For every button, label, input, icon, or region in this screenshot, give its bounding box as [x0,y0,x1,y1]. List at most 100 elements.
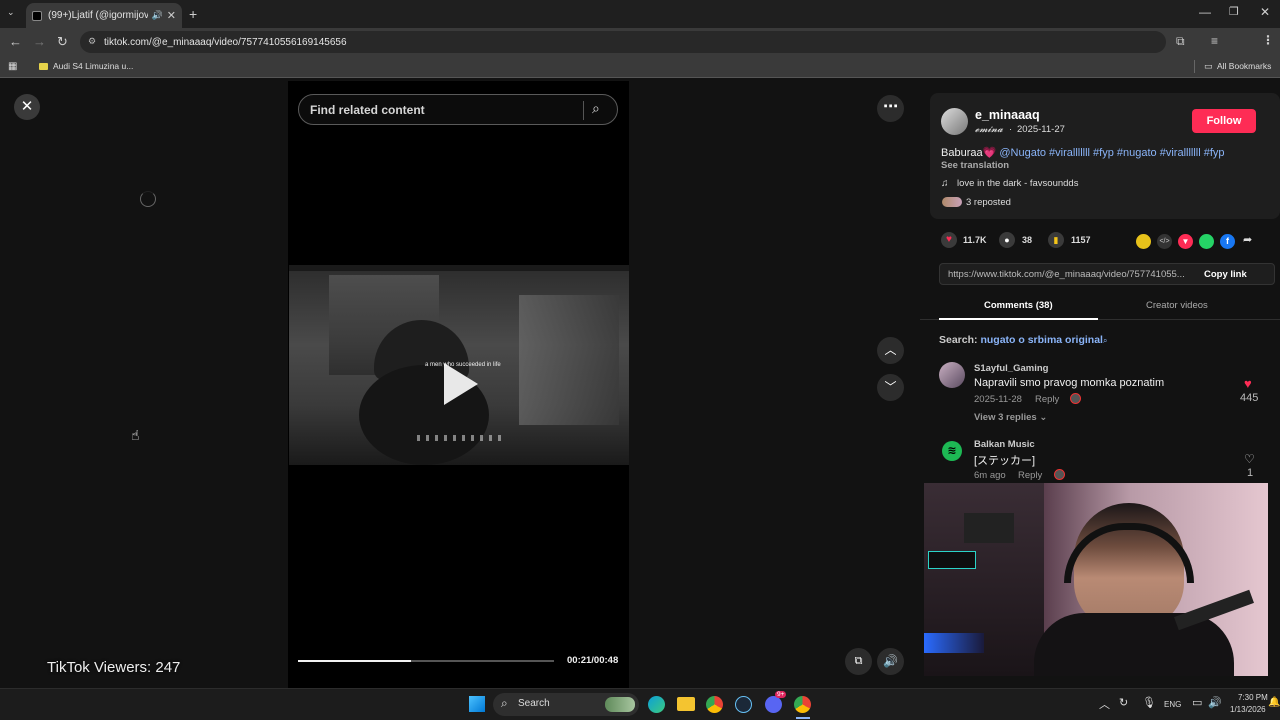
extensions-icon[interactable]: ⧉ [1176,34,1185,49]
tray-network-icon[interactable]: ▭ [1192,696,1202,709]
tab-active-indicator [939,318,1098,320]
creator-username[interactable]: e_minaaaq [975,108,1040,122]
comment-text: [ステッカー] [974,455,1036,467]
reload-icon[interactable]: ↻ [57,34,68,50]
copy-link-box: https://www.tiktok.com/@e_minaaaq/video/… [939,263,1275,285]
url-text: tiktok.com/@e_minaaaq/video/757741055616… [104,36,347,48]
progress-track[interactable] [298,660,554,662]
minimize-icon[interactable]: — [1199,5,1211,19]
chrome-icon[interactable] [706,696,723,713]
next-video-button[interactable]: ﹀ [877,374,904,401]
embed-icon[interactable]: </> [1157,234,1172,249]
comment-like-icon[interactable]: ♥ [1244,376,1252,391]
all-bookmarks[interactable]: All Bookmarks [1217,61,1271,71]
comment-icon[interactable]: ● [999,232,1015,248]
close-player-button[interactable]: ✕ [14,94,40,120]
back-icon[interactable]: ← [9,34,22,49]
menu-icon[interactable]: ⋮ [1262,33,1274,47]
volume-button[interactable]: 🔊 [877,648,904,675]
tray-language[interactable]: ENG [1164,700,1181,709]
comment-reply-button[interactable]: Reply [1018,470,1042,481]
tray-date[interactable]: 1/13/2026 [1230,705,1266,714]
coin-share-icon[interactable] [1136,234,1151,249]
prev-video-button[interactable]: ︿ [877,337,904,364]
loading-spinner-icon [140,191,156,207]
reposter-avatars [942,197,962,207]
edge-icon[interactable] [648,696,665,713]
window-close-icon[interactable]: ✕ [1260,5,1270,19]
video-link-text[interactable]: https://www.tiktok.com/@e_minaaaq/video/… [948,269,1185,280]
comment-date: 6m ago [974,470,1006,481]
play-icon[interactable] [444,363,478,405]
caption-links[interactable]: @Nugato #viralllllll #fyp #nugato #viral… [999,147,1224,159]
music-title[interactable]: love in the dark - favsoundds [957,178,1078,189]
active-app-indicator [796,717,810,719]
tab-comments[interactable]: Comments (38) [984,300,1053,311]
pip-button[interactable]: ⧉ [845,648,872,675]
tab-creator-videos[interactable]: Creator videos [1146,300,1208,311]
chrome-active-icon[interactable] [794,696,811,713]
caption-text: Baburaa💗 [941,147,997,159]
video-top-strip [289,265,629,271]
discord-badge: 9+ [775,691,787,698]
tray-time[interactable]: 7:30 PM [1238,693,1268,702]
video-frame[interactable]: a men who succeeded in life [289,265,629,465]
tiktok-favicon-icon [32,10,42,21]
video-shelves [519,295,619,425]
tab-search-icon[interactable]: ⌄ [7,7,15,18]
whatsapp-icon[interactable] [1199,234,1214,249]
comment-reply-button[interactable]: Reply [1035,394,1059,405]
copy-link-button[interactable]: Copy link [1204,269,1247,280]
like-icon[interactable]: ♥ [941,232,957,248]
spotify-avatar-icon[interactable]: ≋ [942,441,962,461]
restore-icon[interactable]: ❐ [1229,5,1239,18]
forward-icon[interactable]: → [33,34,46,49]
tray-mic-icon[interactable]: 🎙 [1142,696,1156,709]
tray-overflow-icon[interactable]: ︿ [1099,696,1110,712]
search-icon[interactable]: ⌕ [592,100,600,117]
cam-shelf-graphic [964,513,1014,543]
comment-search-suggestion[interactable]: Search: nugato o srbima original⌕ [939,334,1107,346]
new-tab-icon[interactable]: + [189,6,197,22]
notifications-icon[interactable]: 🔔 [1268,697,1280,708]
cam-pc-case-graphic [928,551,976,569]
search-term[interactable]: nugato o srbima original [980,334,1103,346]
video-inner-controls [417,435,507,441]
send-icon[interactable]: ▼ [1178,234,1193,249]
bookmark-item[interactable]: Audi S4 Limuzina u... [53,61,133,71]
speaker-icon[interactable]: 🔊 [152,10,163,21]
tab-title: (99+)Ljatif (@igormijovic00 [48,10,148,21]
tab-close-icon[interactable]: ✕ [167,9,176,22]
tray-volume-icon[interactable]: 🔊 [1208,696,1222,709]
see-translation-link[interactable]: See translation [941,160,1009,171]
bookmark-favicon-icon [39,63,48,70]
browser-tab[interactable]: (99+)Ljatif (@igormijovic00 🔊 ✕ [26,3,182,28]
comment-date: 2025-11-28 [974,394,1022,405]
follow-button[interactable]: Follow [1192,109,1256,133]
site-info-icon[interactable]: ⚙ [88,36,96,47]
discord-icon[interactable] [765,696,782,713]
find-related-search[interactable]: Find related content ⌕ [298,94,618,125]
file-explorer-icon[interactable] [677,697,695,711]
view-replies-button[interactable]: View 3 replies ⌄ [974,412,1047,423]
media-controls-icon[interactable]: ≡ [1211,34,1218,48]
reposted-count[interactable]: 3 reposted [966,197,1011,208]
cam-keyboard-graphic [924,633,984,653]
more-options-button[interactable]: ⋯ [877,95,904,122]
address-bar[interactable]: ⚙ tiktok.com/@e_minaaaq/video/7577410556… [80,31,1166,53]
taskbar-search[interactable]: ⌕ Search [493,693,639,716]
comment-username[interactable]: S1ayful_Gaming [974,363,1048,374]
apps-grid-icon[interactable]: ▦ [8,61,17,72]
windows-start-icon[interactable] [469,696,485,712]
steam-icon[interactable] [735,696,752,713]
tray-sync-icon[interactable]: ↻ [1119,696,1128,709]
comment-like-icon[interactable]: ♡ [1244,452,1255,466]
comment-username[interactable]: Balkan Music [974,439,1035,450]
creator-display-name: 𝓮𝓶𝓲𝓷𝓪 [975,124,1003,135]
webcam-overlay [924,483,1268,676]
commenter-avatar[interactable] [939,362,965,388]
bookmark-icon[interactable]: ▮ [1048,232,1064,248]
facebook-icon[interactable]: f [1220,234,1235,249]
creator-avatar[interactable] [941,108,968,135]
share-arrow-icon[interactable]: ➦ [1243,233,1252,246]
